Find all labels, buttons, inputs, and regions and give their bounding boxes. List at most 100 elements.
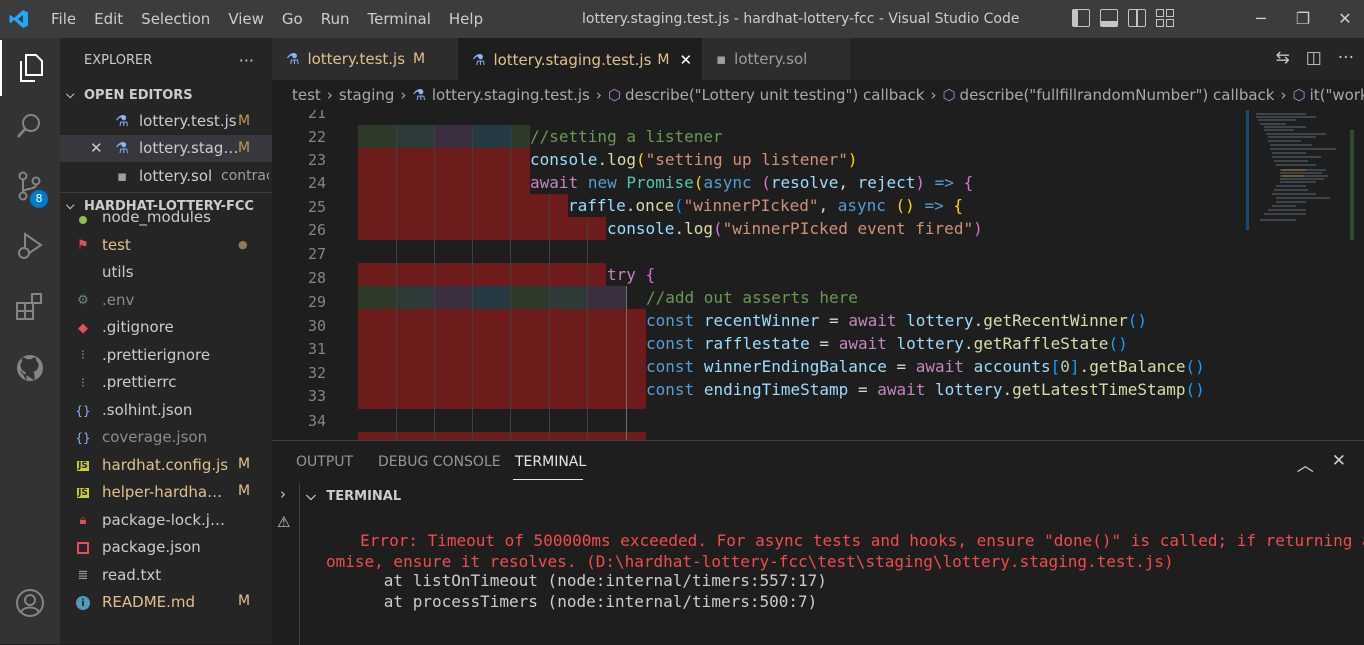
toggle-panel-icon[interactable] (1100, 9, 1118, 27)
prettier-icon: ⁝ (80, 375, 86, 391)
minimize-icon[interactable]: ─ (1240, 0, 1282, 38)
symbol-method-icon: ⬡ (1292, 86, 1306, 104)
close-window-icon[interactable]: ✕ (1324, 0, 1364, 38)
file-prettierignore[interactable]: ⁝ .prettierignore (60, 342, 272, 370)
restore-icon[interactable]: ❐ (1282, 0, 1324, 38)
file-prettierrc[interactable]: ⁝ .prettierrc (60, 369, 272, 397)
tab-lottery-sol[interactable]: ▪ lottery.sol (702, 38, 850, 80)
menu-edit[interactable]: Edit (85, 0, 132, 38)
line-number: 33 (307, 387, 326, 405)
changed-lines-highlight (358, 432, 646, 440)
settings-icon: ⚙ (77, 293, 89, 308)
indent-guide (396, 125, 397, 440)
breadcrumb-item[interactable]: staging (339, 86, 395, 104)
terminal-section-label: TERMINAL (326, 489, 402, 504)
line-number: 24 (307, 174, 326, 192)
source-control-icon[interactable]: 8 (0, 158, 60, 214)
menu-view[interactable]: View (219, 0, 273, 38)
file-read-txt[interactable]: ≣ read.txt (60, 562, 272, 590)
line-number: 29 (307, 293, 326, 311)
open-editor-name: lottery.staging.test.js (139, 139, 239, 158)
breadcrumb-item[interactable]: it("works wi (1310, 86, 1364, 104)
github-icon[interactable] (0, 340, 60, 396)
menu-file[interactable]: File (42, 0, 85, 38)
menu-help[interactable]: Help (440, 0, 492, 38)
line-number: 23 (307, 151, 326, 169)
breadcrumb-item[interactable]: lottery.staging.test.js (432, 86, 590, 104)
extensions-icon[interactable] (0, 278, 60, 334)
explorer-sidebar: EXPLORER ··· ⌵ OPEN EDITORS ⚗ lottery.te… (60, 38, 272, 644)
close-panel-icon[interactable]: ✕ (1332, 451, 1346, 476)
open-editor-lottery-staging-test[interactable]: ✕ ⚗ lottery.staging.test.js M (60, 134, 272, 162)
terminal-stack-line: at listOnTimeout (node:internal/timers:5… (326, 571, 827, 590)
menu-bar: File Edit Selection View Go Run Terminal… (42, 0, 492, 38)
code-line: const rafflestate = await lottery.getRaf… (646, 334, 1128, 353)
test-folder-icon: ⚑ (77, 238, 89, 253)
indent-guide (510, 125, 511, 440)
chevron-right-icon: › (326, 86, 333, 104)
warning-icon[interactable]: ⚠ (277, 513, 290, 531)
breadcrumb-item[interactable]: describe("Lottery unit testing") callbac… (625, 86, 925, 104)
tab-debug-console[interactable]: DEBUG CONSOLE (378, 454, 501, 470)
tab-label: lottery.sol (734, 50, 808, 68)
menu-selection[interactable]: Selection (132, 0, 219, 38)
javascript-icon: JS (77, 488, 89, 498)
breadcrumb-item[interactable]: test (292, 86, 321, 104)
file-helper-hardhat-config[interactable]: JS helper-hardhat-config.js M (60, 479, 272, 507)
terminal-section-header[interactable]: ⌵ TERMINAL (306, 489, 401, 504)
file-coverage-json[interactable]: {} coverage.json (60, 424, 272, 452)
tab-terminal[interactable]: TERMINAL (515, 454, 586, 470)
file-readme[interactable]: i README.md M (60, 589, 272, 617)
chevron-right-icon[interactable]: › (280, 485, 286, 503)
tab-output[interactable]: OUTPUT (296, 454, 353, 470)
menu-terminal[interactable]: Terminal (359, 0, 440, 38)
accounts-icon[interactable] (0, 575, 60, 631)
menu-run[interactable]: Run (312, 0, 359, 38)
run-debug-icon[interactable] (0, 218, 60, 274)
split-editor-icon[interactable]: ◫ (1306, 48, 1322, 68)
open-changes-icon[interactable]: ⇆ (1275, 48, 1289, 68)
folder-test[interactable]: ⚑ test ● (60, 232, 272, 260)
chevron-right-icon: › (400, 86, 407, 104)
active-tab-indicator (513, 479, 583, 480)
open-editor-lottery-test[interactable]: ⚗ lottery.test.js M (60, 107, 272, 135)
explorer-header: EXPLORER ··· (60, 38, 272, 83)
file-hardhat-config[interactable]: JS hardhat.config.js M (60, 452, 272, 480)
search-icon[interactable] (0, 98, 60, 154)
close-tab-icon[interactable]: ✕ (680, 51, 693, 69)
minimap[interactable] (1246, 110, 1364, 440)
tab-lottery-staging-test[interactable]: ⚗ lottery.staging.test.js M ✕ (458, 38, 702, 80)
tree-item-label: .prettierignore (102, 345, 211, 364)
folder-utils[interactable]: utils (60, 259, 272, 287)
more-actions-icon[interactable]: ··· (1338, 48, 1354, 68)
file-env[interactable]: ⚙ .env (60, 287, 272, 315)
layout-controls (1072, 9, 1174, 27)
file-package-lock[interactable]: 🔒︎ package-lock.json (60, 507, 272, 535)
code-editor[interactable]: 21 22 23 24 25 26 27 28 29 30 31 32 33 3… (272, 110, 1364, 440)
file-solhint[interactable]: {} .solhint.json (60, 397, 272, 425)
tab-label: lottery.staging.test.js (493, 50, 652, 69)
maximize-panel-icon[interactable]: ︿ (1297, 451, 1314, 476)
explorer-icon[interactable] (0, 40, 60, 96)
toggle-secondary-sidebar-icon[interactable] (1128, 9, 1146, 27)
code-line: const recentWinner = await lottery.getRe… (646, 311, 1147, 330)
tree-item-label: helper-hardhat-config.js (102, 483, 226, 501)
tree-item-label: .gitignore (102, 318, 174, 336)
tab-lottery-test[interactable]: ⚗ lottery.test.js M (272, 38, 458, 80)
chevron-right-icon: › (1280, 86, 1287, 104)
tree-item-label: test (102, 235, 131, 254)
customize-layout-icon[interactable] (1156, 9, 1174, 27)
breadcrumb-item[interactable]: describe("fullfillrandomNumber") callbac… (960, 86, 1275, 104)
toggle-sidebar-icon[interactable] (1072, 9, 1090, 27)
file-package-json[interactable]: package.json (60, 534, 272, 562)
open-editors-header[interactable]: ⌵ OPEN EDITORS (60, 83, 272, 107)
menu-go[interactable]: Go (273, 0, 312, 38)
folder-node-modules[interactable]: node_modules (60, 208, 272, 232)
close-editor-icon[interactable]: ✕ (90, 139, 103, 157)
window-title: lottery.staging.test.js - hardhat-lotter… (582, 11, 1020, 27)
open-editor-lottery-sol[interactable]: ▪ lottery.sol contracts (60, 162, 272, 190)
explorer-more-icon[interactable]: ··· (239, 51, 254, 70)
file-gitignore[interactable]: ◆ .gitignore (60, 314, 272, 342)
line-number: 21 (307, 110, 326, 122)
panel-actions: ︿ ✕ (1297, 451, 1346, 476)
